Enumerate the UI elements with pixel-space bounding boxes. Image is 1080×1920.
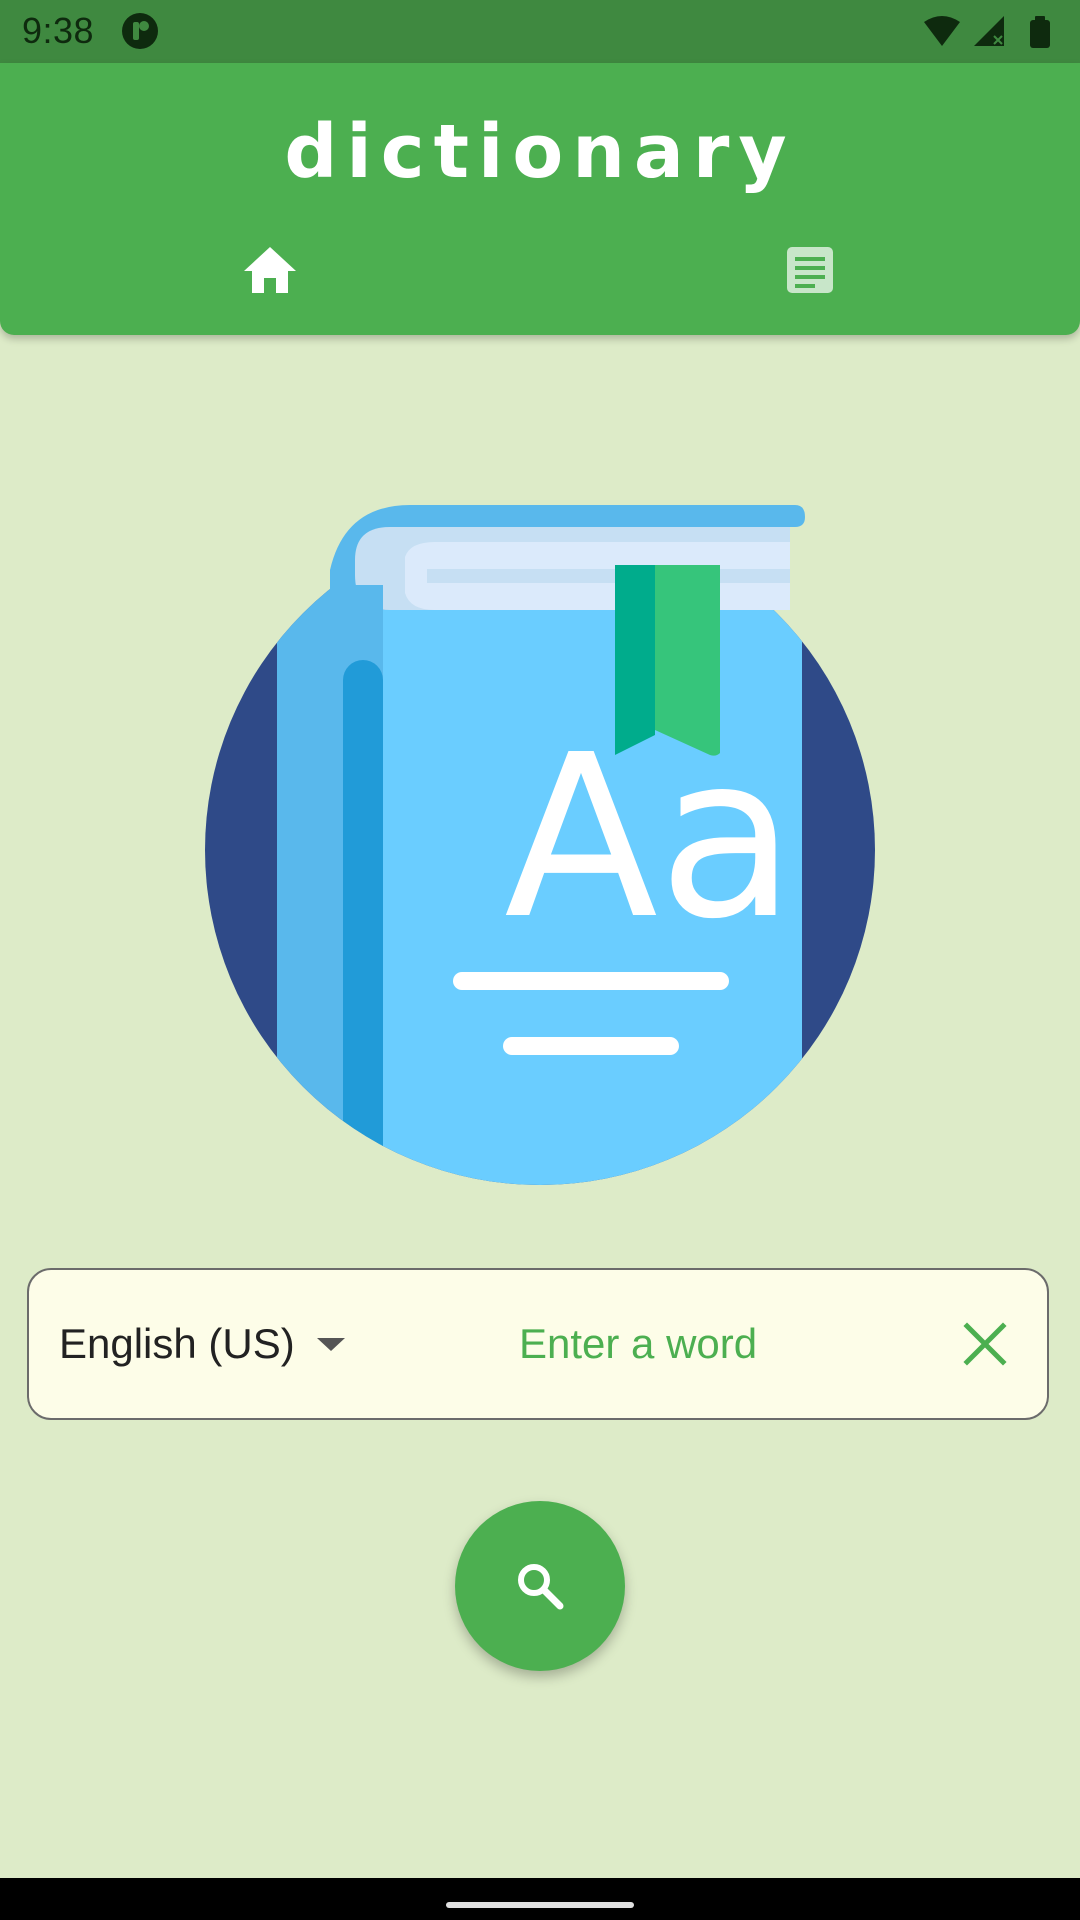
illustration-letters: Aa bbox=[504, 707, 796, 969]
wifi-icon bbox=[924, 16, 960, 46]
article-icon bbox=[787, 247, 833, 293]
tab-article[interactable] bbox=[540, 235, 1080, 335]
language-dropdown-label: English (US) bbox=[59, 1320, 295, 1367]
caret-down-icon bbox=[316, 1337, 345, 1351]
close-icon[interactable] bbox=[961, 1320, 1009, 1368]
search-button[interactable] bbox=[455, 1501, 625, 1671]
navigation-bar bbox=[0, 1878, 1080, 1920]
app-bar: dictionary bbox=[0, 63, 1080, 335]
tab-home[interactable] bbox=[0, 235, 540, 335]
status-time: 9:38 bbox=[22, 10, 95, 51]
search-icon bbox=[518, 1564, 564, 1610]
dictionary-book-icon: Aa bbox=[205, 505, 875, 1185]
search-bar: English (US) bbox=[27, 1268, 1049, 1420]
word-input[interactable] bbox=[429, 1310, 869, 1378]
battery-icon bbox=[1030, 16, 1050, 48]
signal-icon bbox=[974, 16, 1004, 46]
app-notification-icon bbox=[122, 13, 158, 49]
status-icons bbox=[924, 16, 1050, 48]
language-dropdown[interactable]: English (US) bbox=[59, 1270, 345, 1418]
app-title: dictionary bbox=[284, 109, 796, 195]
home-gesture-handle[interactable] bbox=[446, 1902, 634, 1908]
home-icon bbox=[244, 247, 296, 293]
status-bar: 9:38 bbox=[0, 0, 1080, 63]
